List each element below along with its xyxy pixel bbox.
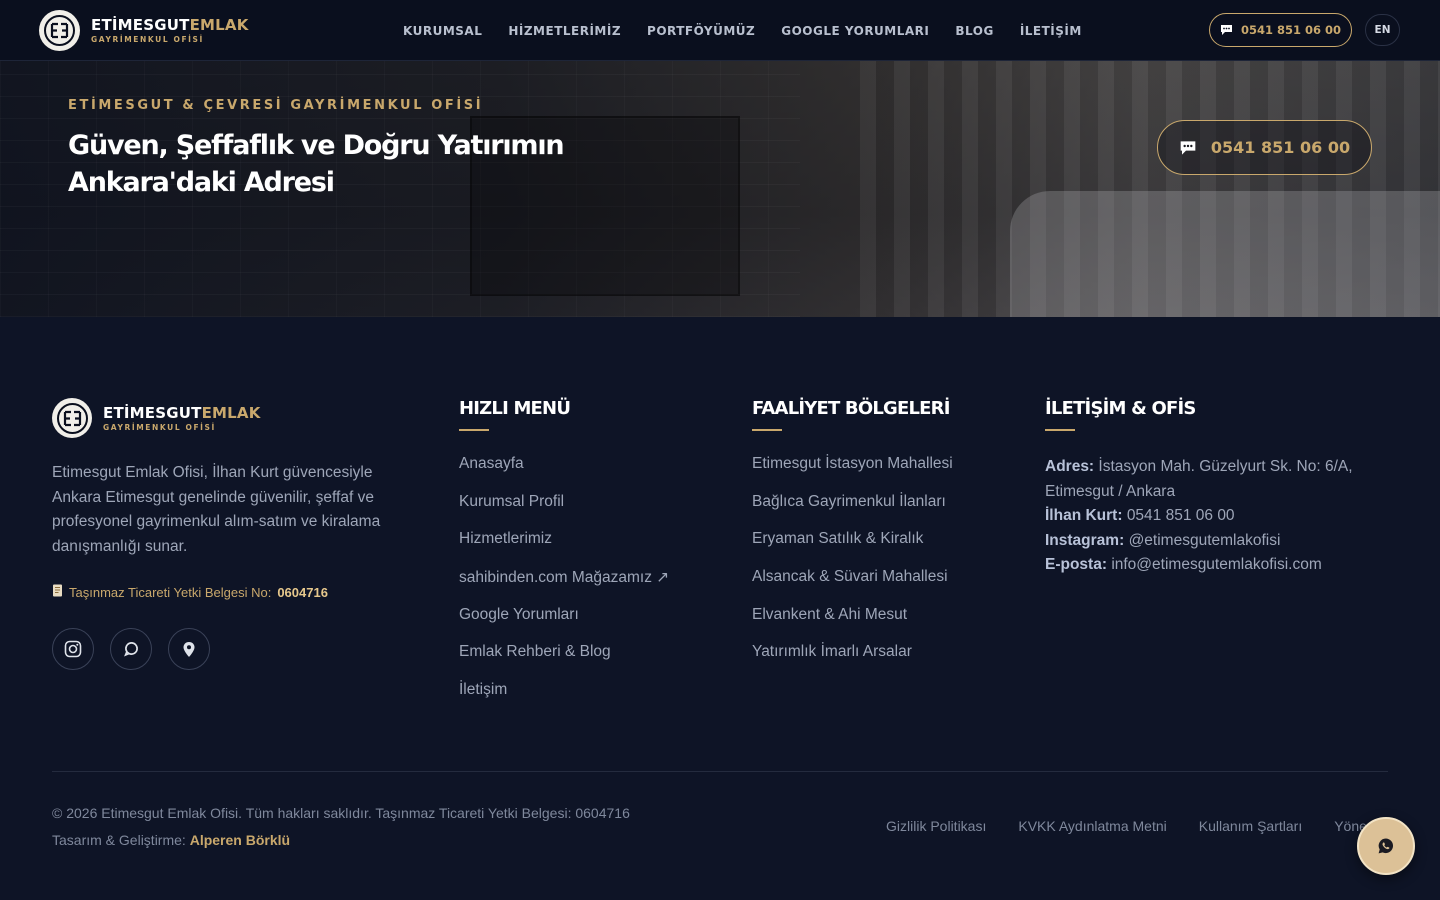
hero-title: Güven, Şeffaflık ve Doğru Yatırımın Anka…: [68, 130, 565, 198]
chat-icon: [1220, 25, 1232, 35]
hero-phone-number: 0541 851 06 00: [1210, 138, 1351, 157]
terms-link[interactable]: Kullanım Şartları: [1199, 818, 1302, 834]
map-location-button[interactable]: [168, 628, 210, 670]
designer-link[interactable]: Alperen Börklü: [190, 832, 290, 848]
nav-blog[interactable]: BLOG: [955, 24, 993, 38]
license-label: Taşınmaz Ticareti Yetki Belgesi No:: [69, 584, 272, 600]
nav-iletisim[interactable]: İLETİŞİM: [1020, 24, 1082, 38]
footer-link-anasayfa[interactable]: Anasayfa: [459, 455, 524, 472]
contact-title: İLETİŞİM & OFİS: [1045, 398, 1196, 419]
footer-link-blog[interactable]: Emlak Rehberi & Blog: [459, 643, 611, 660]
logo-emblem-icon: [39, 10, 80, 51]
hero-banner: ETİMESGUT & ÇEVRESİ GAYRİMENKUL OFİSİ Gü…: [0, 61, 1440, 317]
whatsapp-float-button[interactable]: [1357, 817, 1415, 875]
nav-hizmetlerimiz[interactable]: HİZMETLERİMİZ: [508, 24, 621, 38]
nav-google-yorumlari[interactable]: GOOGLE YORUMLARI: [781, 24, 929, 38]
logo-title: ETİMESGUTEMLAK: [91, 16, 249, 34]
contact-address: Adres: İstasyon Mah. Güzelyurt Sk. No: 6…: [1045, 458, 1353, 500]
license-number: 0604716: [277, 584, 328, 600]
header-phone-button[interactable]: 0541 851 06 00: [1209, 13, 1352, 47]
contact-column: İLETİŞİM & OFİS Adres: İstasyon Mah. Güz…: [1045, 398, 1385, 578]
nav-kurumsal[interactable]: KURUMSAL: [403, 24, 482, 38]
footer-link-iletisim[interactable]: İletişim: [459, 681, 507, 698]
logo-subtitle: GAYRİMENKUL OFİSİ: [91, 35, 204, 44]
region-link[interactable]: Etimesgut İstasyon Mahallesi: [752, 455, 953, 472]
footer-logo-subtitle: GAYRİMENKUL OFİSİ: [103, 422, 216, 432]
whatsapp-button[interactable]: [110, 628, 152, 670]
footer-link-google-yorumlari[interactable]: Google Yorumları: [459, 606, 579, 623]
quick-menu-column: HIZLI MENÜ Anasayfa Kurumsal Profil Hizm…: [459, 398, 669, 719]
language-switch-button[interactable]: EN: [1365, 14, 1400, 46]
logo-emblem-icon: [52, 398, 92, 438]
design-credit: Tasarım & Geliştirme: Alperen Börklü: [52, 832, 291, 848]
region-link[interactable]: Alsancak & Süvari Mahallesi: [752, 568, 948, 585]
nav-portfoyumuz[interactable]: PORTFÖYÜMÜZ: [647, 24, 755, 38]
region-link[interactable]: Bağlıca Gayrimenkul İlanları: [752, 493, 946, 510]
chat-icon: [1180, 140, 1196, 155]
site-logo[interactable]: ETİMESGUTEMLAK GAYRİMENKUL OFİSİ: [39, 10, 249, 51]
header-phone-number: 0541 851 06 00: [1240, 23, 1342, 37]
whatsapp-icon: [1378, 838, 1394, 854]
site-header: ETİMESGUTEMLAK GAYRİMENKUL OFİSİ KURUMSA…: [0, 0, 1440, 61]
legal-links: Gizlilik Politikası KVKK Aydınlatma Metn…: [886, 818, 1366, 834]
main-nav: KURUMSAL HİZMETLERİMİZ PORTFÖYÜMÜZ GOOGL…: [403, 0, 1082, 61]
contact-instagram[interactable]: Instagram: @etimesgutemlakofisi: [1045, 529, 1385, 554]
title-underline: [752, 429, 782, 431]
regions-column: FAALİYET BÖLGELERİ Etimesgut İstasyon Ma…: [752, 398, 953, 681]
hero-phone-button[interactable]: 0541 851 06 00: [1157, 120, 1372, 175]
privacy-policy-link[interactable]: Gizlilik Politikası: [886, 818, 986, 834]
title-underline: [459, 429, 489, 431]
hero-background-bed: [1010, 191, 1440, 317]
region-link[interactable]: Yatırımlık İmarlı Arsalar: [752, 643, 912, 660]
region-link[interactable]: Elvankent & Ahi Mesut: [752, 606, 907, 623]
region-link[interactable]: Eryaman Satılık & Kiralık: [752, 530, 923, 547]
regions-title: FAALİYET BÖLGELERİ: [752, 398, 950, 419]
footer-about-text: Etimesgut Emlak Ofisi, İlhan Kurt güvenc…: [52, 464, 381, 555]
footer-link-kurumsal-profil[interactable]: Kurumsal Profil: [459, 493, 564, 510]
contact-phone[interactable]: İlhan Kurt: 0541 851 06 00: [1045, 504, 1385, 529]
instagram-button[interactable]: [52, 628, 94, 670]
contact-email[interactable]: E-posta: info@etimesgutemlakofisi.com: [1045, 553, 1385, 578]
title-underline: [1045, 429, 1075, 431]
footer-logo[interactable]: ETİMESGUTEMLAK GAYRİMENKUL OFİSİ: [52, 398, 261, 438]
copyright-text: © 2026 Etimesgut Emlak Ofisi. Tüm haklar…: [52, 805, 630, 821]
footer-link-hizmetlerimiz[interactable]: Hizmetlerimiz: [459, 530, 552, 547]
hero-eyebrow: ETİMESGUT & ÇEVRESİ GAYRİMENKUL OFİSİ: [68, 98, 484, 113]
contact-details: Adres: İstasyon Mah. Güzelyurt Sk. No: 6…: [1045, 455, 1385, 578]
instagram-icon: [64, 640, 82, 658]
quick-menu-title: HIZLI MENÜ: [459, 398, 571, 419]
chat-bubble-icon: [124, 642, 138, 657]
map-pin-icon: [183, 641, 195, 657]
social-links: [52, 628, 210, 670]
document-icon: [52, 584, 63, 600]
footer-link-sahibinden[interactable]: sahibinden.com Mağazamız ↗: [459, 569, 669, 586]
footer-divider: [52, 771, 1388, 772]
kvkk-link[interactable]: KVKK Aydınlatma Metni: [1018, 818, 1166, 834]
footer-logo-title: ETİMESGUTEMLAK: [103, 403, 261, 422]
license-info: Taşınmaz Ticareti Yetki Belgesi No: 0604…: [52, 584, 328, 600]
